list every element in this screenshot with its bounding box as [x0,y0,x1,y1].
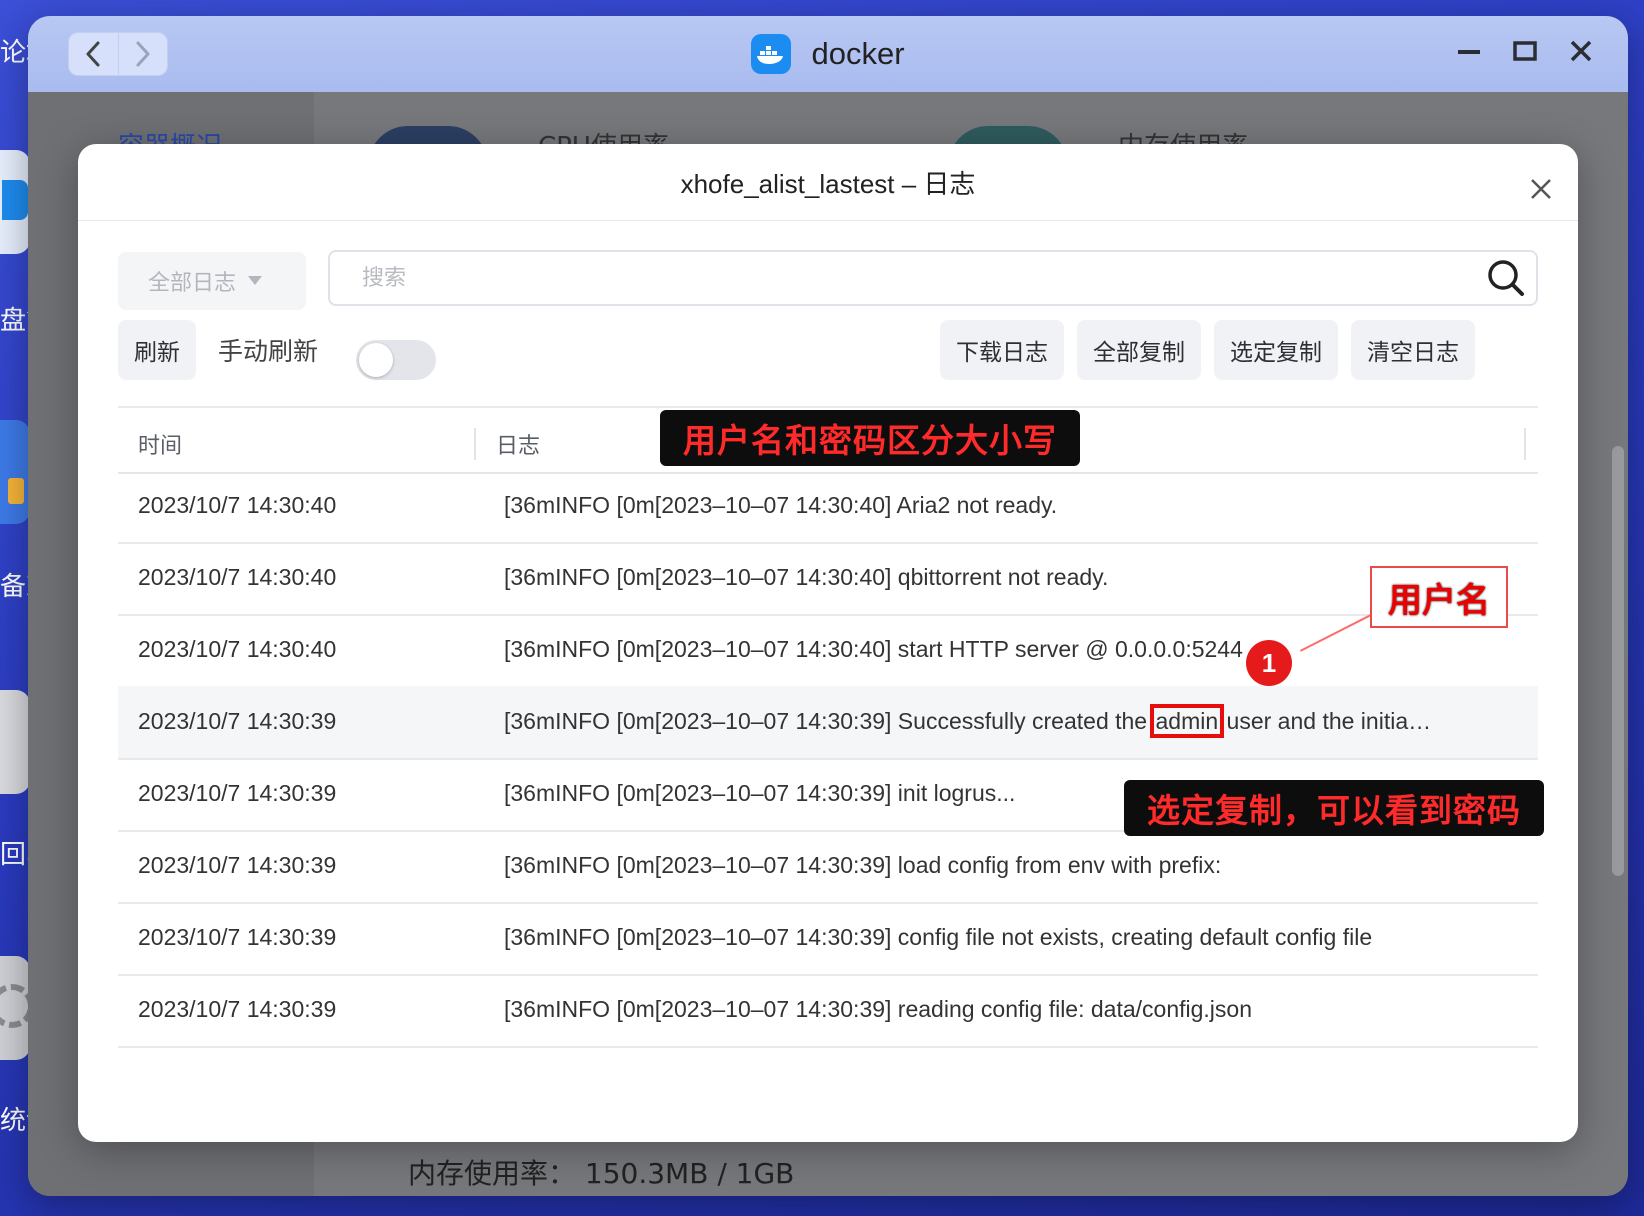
log-filter-select[interactable]: 全部日志 [118,252,306,310]
desktop-label-memo: 备忘 [0,572,30,602]
log-message: [36mINFO [0m[2023–10–07 14:30:40] start … [504,636,1243,662]
refresh-button[interactable]: 刷新 [118,320,196,380]
log-time: 2023/10/7 14:30:40 [138,564,337,590]
table-row[interactable]: 2023/10/7 14:30:39 [36mINFO [0m[2023–10–… [118,686,1538,760]
log-message: [36mINFO [0m[2023–10–07 14:30:39] config… [504,924,1373,950]
desktop-edge: 论坛 盘管 备忘 回收 统计 [0,0,34,1216]
dialog-title: xhofe_alist_lastest – 日志 [680,168,976,199]
log-time: 2023/10/7 14:30:39 [138,708,337,734]
table-row[interactable]: 2023/10/7 14:30:40 [36mINFO [0m[2023–10–… [118,614,1538,688]
dialog-close-button[interactable] [1524,172,1558,206]
log-message: [36mINFO [0m[2023–10–07 14:30:40] Aria2 … [504,492,1058,518]
notes-app-icon[interactable] [0,420,30,524]
toggle-knob [359,343,393,377]
desktop-label-recycle: 回收 [0,840,30,870]
table-row[interactable]: 2023/10/7 14:30:39 [36mINFO [0m[2023–10–… [118,974,1538,1048]
log-message: [36mINFO [0m[2023–10–07 14:30:39] init l… [504,780,1016,806]
column-header-log[interactable]: 日志 [496,428,540,460]
title-bar: docker [28,16,1628,92]
log-time: 2023/10/7 14:30:39 [138,996,337,1022]
docker-icon [751,34,792,74]
table-row[interactable]: 2023/10/7 14:30:39 [36mINFO [0m[2023–10–… [118,830,1538,904]
log-message-prefix: [36mINFO [0m[2023–10–07 14:30:39] Succes… [504,708,1154,734]
column-header-time[interactable]: 时间 [138,428,182,460]
window-title: docker [811,36,905,71]
desktop-label-forum: 论坛 [0,38,30,68]
log-time: 2023/10/7 14:30:39 [138,852,337,878]
search-box [328,250,1538,306]
log-dialog: xhofe_alist_lastest – 日志 全部日志 刷新 手动刷新 下载… [78,144,1578,1142]
log-time: 2023/10/7 14:30:40 [138,636,337,662]
column-divider[interactable] [1524,428,1526,460]
window-scrollbar[interactable] [1612,446,1624,876]
desktop-label-disk: 盘管 [0,306,30,336]
table-row[interactable]: 2023/10/7 14:30:40 [36mINFO [0m[2023–10–… [118,470,1538,544]
window-title-group: docker [28,16,1628,92]
copy-selected-button[interactable]: 选定复制 [1214,320,1338,380]
search-input[interactable] [360,257,1484,299]
download-log-button[interactable]: 下载日志 [940,320,1064,380]
close-icon [1531,179,1551,199]
annotation-case-sensitive: 用户名和密码区分大小写 [660,410,1080,466]
minimize-button[interactable] [1452,34,1486,68]
log-message-suffix: user and the initia… [1220,708,1432,734]
dialog-header: xhofe_alist_lastest – 日志 [78,144,1578,221]
log-message: [36mINFO [0m[2023–10–07 14:30:40] qbitto… [504,564,1109,590]
log-message: [36mINFO [0m[2023–10–07 14:30:39] load c… [504,852,1222,878]
highlighted-username: admin [1149,704,1225,738]
table-row[interactable]: 2023/10/7 14:30:39 [36mINFO [0m[2023–10–… [118,902,1538,976]
annotation-copy-hint: 选定复制，可以看到密码 [1124,780,1544,836]
log-time: 2023/10/7 14:30:40 [138,492,337,518]
clear-log-button[interactable]: 清空日志 [1351,320,1475,380]
settings-app-icon[interactable] [0,956,34,1060]
download-app-icon[interactable] [0,150,30,254]
log-message: [36mINFO [0m[2023–10–07 14:30:39] Succes… [504,704,1432,738]
column-divider[interactable] [474,428,476,460]
table-row[interactable]: 2023/10/7 14:30:40 [36mINFO [0m[2023–10–… [118,542,1538,616]
maximize-button[interactable] [1508,34,1542,68]
window-controls [1452,34,1598,68]
close-window-button[interactable] [1564,34,1598,68]
trash-app-icon[interactable] [0,690,30,794]
copy-all-button[interactable]: 全部复制 [1077,320,1201,380]
annotation-step-badge: 1 [1246,640,1292,686]
minimize-icon [1458,50,1480,54]
close-icon [1570,40,1592,62]
memory-detail: 内存使用率： 150.3MB / 1GB [408,1157,795,1190]
search-icon[interactable] [1484,256,1528,300]
log-filter-value: 全部日志 [148,271,237,296]
manual-refresh-toggle[interactable] [356,340,436,380]
log-time: 2023/10/7 14:30:39 [138,780,337,806]
maximize-icon [1513,41,1537,61]
log-message: [36mINFO [0m[2023–10–07 14:30:39] readin… [504,996,1252,1022]
caret-down-icon [248,276,263,285]
annotation-username: 用户名 [1370,566,1508,628]
desktop-label-stats: 统计 [0,1106,30,1136]
log-time: 2023/10/7 14:30:39 [138,924,337,950]
manual-refresh-label: 手动刷新 [218,337,319,366]
